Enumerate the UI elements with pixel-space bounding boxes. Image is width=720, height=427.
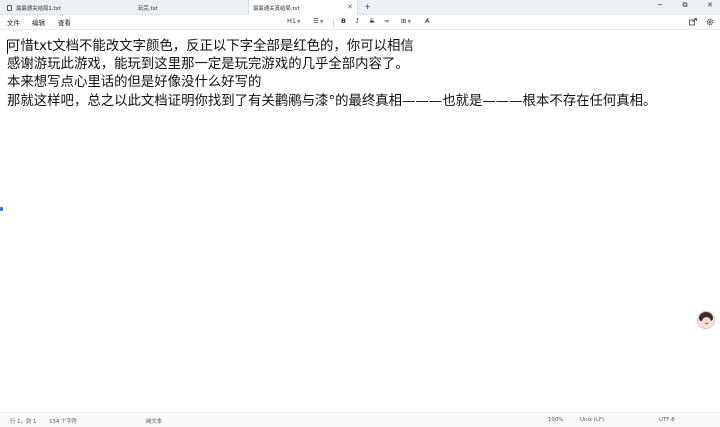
text-line: 那就这样吧，总之以此文档证明你找到了有关鹳鹇与漆°的最终真相———也就是———根… [7, 94, 657, 109]
scroll-marker[interactable] [0, 207, 3, 211]
gear-icon [706, 18, 714, 26]
tab-label: 最最通关结局1.txt [16, 5, 61, 12]
heading-label: H1 [287, 17, 297, 25]
text-caret [7, 40, 8, 54]
maximize-button[interactable]: ⧉ [679, 1, 691, 10]
menu-bar: 文件 编辑 查看 H1▼ ☰▼ B I S ∞ ⊞▼ A̸ [0, 15, 720, 30]
share-icon[interactable] [689, 18, 697, 28]
new-tab-button[interactable]: + [364, 2, 371, 11]
text-line: 感谢游玩此游戏，能玩到这里那一定是玩完游戏的几乎全部内容了。 [7, 57, 409, 72]
list-icon: ☰ [313, 17, 319, 25]
avatar-face [702, 317, 711, 326]
line-ending-selector[interactable]: Unix (LF) [580, 417, 604, 423]
zoom-level[interactable]: 100% [548, 417, 563, 423]
clear-format-icon[interactable]: A̸ [425, 17, 429, 25]
close-tab-icon[interactable]: ✕ [347, 3, 353, 11]
file-icon [7, 4, 12, 11]
table-dropdown[interactable]: ⊞▼ [401, 17, 411, 25]
gear-icon[interactable] [706, 18, 714, 28]
chevron-down-icon: ▼ [319, 20, 324, 25]
text-line: 本来想写点心里话的但是好像没什么好写的 [7, 75, 262, 90]
heading-dropdown[interactable]: H1▼ [287, 17, 301, 25]
character-count: 134 个字符 [49, 419, 78, 425]
toolbar-divider [333, 19, 334, 27]
tab-label: 玩完.txt [138, 5, 158, 12]
bold-button[interactable]: B [341, 17, 346, 25]
menu-view[interactable]: 查看 [58, 17, 71, 27]
chevron-down-icon: ▼ [297, 20, 301, 25]
tab-ending-1[interactable]: 最最通关结局1.txt [0, 0, 124, 15]
text-line: 可惜txt文档不能改文字颜色，反正以下字全部是红色的，你可以相信 [7, 39, 414, 54]
title-bar: 最最通关结局1.txt 玩完.txt 最最通关真结局.txt ✕ + ─ ⧉ ✕ [0, 0, 720, 15]
tab-label: 最最通关真结局.txt [253, 5, 300, 12]
menu-file[interactable]: 文件 [7, 17, 20, 27]
avatar-mouth [705, 323, 708, 324]
strikethrough-button[interactable]: S [370, 17, 374, 25]
table-icon: ⊞ [401, 17, 407, 25]
cursor-position[interactable]: 行 1，列 1 [10, 417, 36, 425]
italic-button[interactable]: I [356, 17, 359, 25]
format-selector[interactable]: 纯文本 [146, 417, 162, 425]
editor-area[interactable]: 可惜txt文档不能改文字颜色，反正以下字全部是红色的，你可以相信 感谢游玩此游戏… [0, 31, 720, 412]
tab-play-complete[interactable]: 玩完.txt [124, 0, 248, 15]
close-window-button[interactable]: ✕ [704, 1, 716, 9]
link-icon[interactable]: ∞ [384, 17, 389, 25]
share-icon [689, 18, 697, 26]
menu-edit[interactable]: 编辑 [32, 17, 45, 27]
chevron-down-icon: ▼ [407, 20, 411, 25]
minimize-button[interactable]: ─ [654, 1, 666, 9]
list-dropdown[interactable]: ☰▼ [313, 17, 323, 25]
tab-true-ending[interactable]: 最最通关真结局.txt ✕ [248, 0, 358, 15]
status-bar: 行 1，列 1 134 个字符 纯文本 100% Unix (LF) UTF-8 [0, 412, 720, 427]
assistant-avatar-icon[interactable] [697, 311, 715, 329]
encoding-selector[interactable]: UTF-8 [659, 417, 675, 423]
